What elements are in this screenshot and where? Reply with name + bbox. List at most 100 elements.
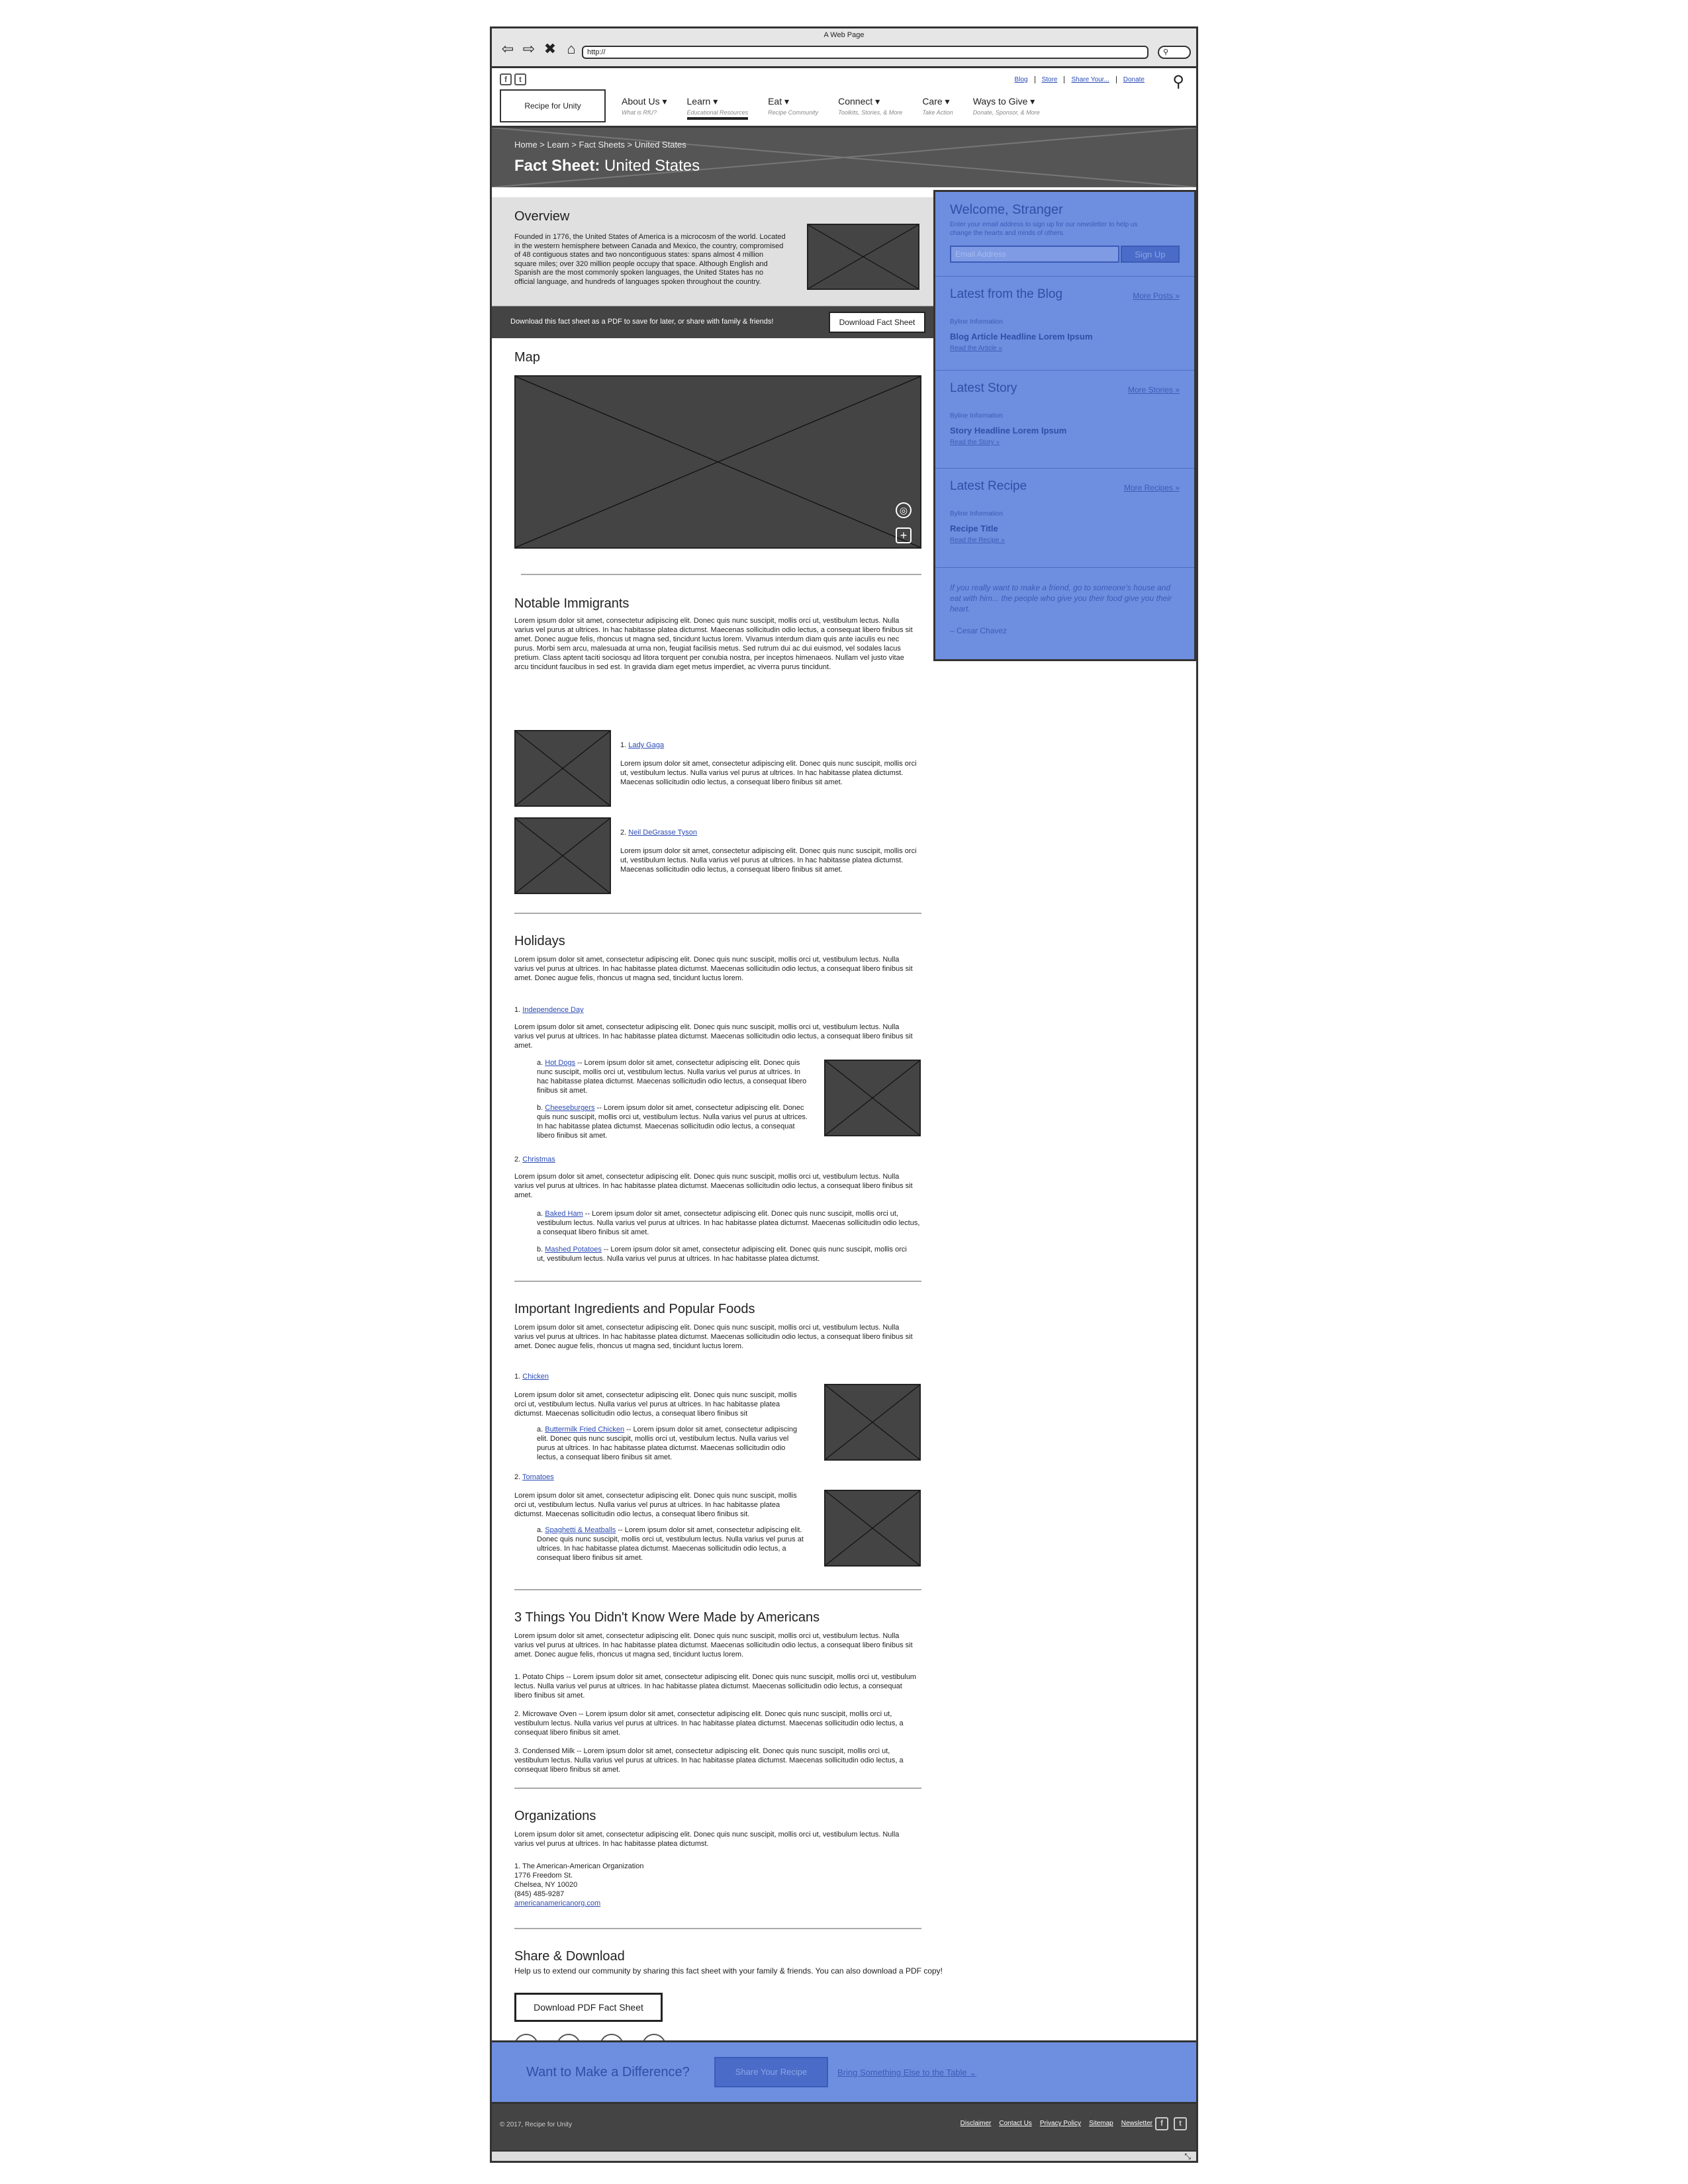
independence-day-link[interactable]: Independence Day xyxy=(522,1006,583,1014)
more-recipes-link[interactable]: More Recipes » xyxy=(1124,483,1180,492)
immigrant-2-link[interactable]: Neil DeGrasse Tyson xyxy=(628,829,697,837)
list-number: 2. xyxy=(620,829,627,837)
util-link-store[interactable]: Store xyxy=(1042,76,1065,83)
divider xyxy=(521,574,921,575)
footer-link-newsletter[interactable]: Newsletter xyxy=(1121,2120,1152,2127)
holiday-1-image xyxy=(824,1060,921,1136)
newsletter-block: Welcome, Stranger Enter your email addre… xyxy=(935,192,1194,277)
util-link-blog[interactable]: Blog xyxy=(1015,76,1035,83)
christmas-link[interactable]: Christmas xyxy=(522,1156,555,1163)
back-icon[interactable]: ⇦ xyxy=(500,42,516,56)
zoom-out-icon[interactable]: − xyxy=(896,550,912,566)
tomatoes-link[interactable]: Tomatoes xyxy=(522,1473,554,1481)
things-title: 3 Things You Didn't Know Were Made by Am… xyxy=(514,1610,820,1625)
browser-search-field[interactable]: ⚲ xyxy=(1158,46,1191,59)
quote-author: – Cesar Chavez xyxy=(950,626,1008,635)
welcome-text: Enter your email address to sign up for … xyxy=(950,221,1138,237)
twitter-icon[interactable]: t xyxy=(1174,2117,1187,2130)
nav-label: Ways to Give ▾ xyxy=(972,96,1035,107)
twitter-icon[interactable]: t xyxy=(514,73,526,85)
holiday-1-heading: 1. Independence Day xyxy=(514,1005,584,1015)
nav-label: Eat ▾ xyxy=(768,96,790,107)
recipe-headline[interactable]: Recipe Title xyxy=(950,523,1180,533)
footer-link-disclaimer[interactable]: Disclaimer xyxy=(961,2120,992,2127)
more-stories-link[interactable]: More Stories » xyxy=(1128,385,1180,394)
immigrant-2-image xyxy=(514,817,611,894)
site-header: f t Blog Store Share Your... Donate ⚲ Re… xyxy=(492,68,1196,128)
overview-section: Overview Founded in 1776, the United Sta… xyxy=(492,197,933,306)
blog-headline[interactable]: Blog Article Headline Lorem Ipsum xyxy=(950,332,1180,341)
read-story-link[interactable]: Read the Story » xyxy=(950,438,1180,447)
welcome-title: Welcome, Stranger xyxy=(950,203,1063,217)
baked-ham-link[interactable]: Baked Ham xyxy=(545,1210,583,1218)
nav-ways-to-give[interactable]: Ways to Give ▾ Donate, Sponsor, & More xyxy=(973,96,1040,120)
spaghetti-meatballs-link[interactable]: Spaghetti & Meatballs xyxy=(545,1526,616,1534)
site-logo[interactable]: Recipe for Unity xyxy=(500,89,606,122)
download-pdf-button[interactable]: Download PDF Fact Sheet xyxy=(514,1993,663,2022)
org-website-link[interactable]: americanamericanorg.com xyxy=(514,1899,713,1908)
sign-up-button[interactable]: Sign Up xyxy=(1120,246,1180,263)
nav-care[interactable]: Care ▾ Take Action xyxy=(922,96,953,120)
nav-eat[interactable]: Eat ▾ Recipe Community xyxy=(768,96,818,120)
read-article-link[interactable]: Read the Article » xyxy=(950,344,1180,353)
read-recipe-link[interactable]: Read the Recipe » xyxy=(950,536,1180,545)
hot-dogs-link[interactable]: Hot Dogs xyxy=(545,1059,575,1067)
download-fact-sheet-button[interactable]: Download Fact Sheet xyxy=(829,312,925,333)
list-letter: a. xyxy=(537,1059,543,1067)
holiday-2-heading: 2. Christmas xyxy=(514,1155,555,1164)
map-placeholder[interactable] xyxy=(514,375,921,549)
immigrant-1-link[interactable]: Lady Gaga xyxy=(628,741,664,749)
immigrants-text: Lorem ipsum dolor sit amet, consectetur … xyxy=(514,617,913,671)
nav-learn[interactable]: Learn ▾ Educational Resources xyxy=(686,96,749,120)
home-icon[interactable]: ⌂ xyxy=(563,42,579,56)
bring-something-link[interactable]: Bring Something Else to the Table ⌄ xyxy=(837,2068,976,2078)
email-field[interactable]: Email Address xyxy=(950,246,1119,263)
list-number: 1. xyxy=(514,1006,521,1014)
cta-text: Want to Make a Difference? xyxy=(526,2065,690,2079)
breadcrumb[interactable]: Home > Learn > Fact Sheets > United Stat… xyxy=(514,140,686,150)
nav-label: Care ▾ xyxy=(922,96,950,107)
footer-link-contact[interactable]: Contact Us xyxy=(999,2120,1031,2127)
holidays-title: Holidays xyxy=(514,934,565,948)
facebook-icon[interactable]: f xyxy=(500,73,512,85)
browser-window: A Web Page ⇦ ⇨ ✖ ⌂ http:// ⚲ f t Blog St… xyxy=(490,26,1198,2163)
stop-icon[interactable]: ✖ xyxy=(542,42,558,56)
latest-story-block: Latest Story More Stories » Byline Infor… xyxy=(935,371,1194,469)
resize-handle-icon[interactable]: ⤡ xyxy=(1184,2152,1191,2161)
compass-icon[interactable]: ◎ xyxy=(896,502,912,518)
divider xyxy=(514,1928,921,1929)
browser-toolbar: A Web Page ⇦ ⇨ ✖ ⌂ http:// ⚲ xyxy=(492,28,1196,68)
nav-about[interactable]: About Us ▾ What is RfU? xyxy=(622,96,667,120)
main-nav: About Us ▾ What is RfU? Learn ▾ Educationa… xyxy=(622,96,1040,120)
recipe-byline: Byline Information xyxy=(950,510,1004,518)
search-icon[interactable]: ⚲ xyxy=(1172,72,1184,91)
footer-link-sitemap[interactable]: Sitemap xyxy=(1089,2120,1113,2127)
zoom-in-icon[interactable]: + xyxy=(896,527,912,543)
story-headline[interactable]: Story Headline Lorem Ipsum xyxy=(950,426,1180,435)
page-title-country: United States xyxy=(600,157,700,175)
chicken-link[interactable]: Chicken xyxy=(522,1373,549,1381)
header-social: f t xyxy=(500,73,526,85)
ingredient-1-image xyxy=(824,1384,921,1461)
map-title: Map xyxy=(514,350,540,365)
util-link-donate[interactable]: Donate xyxy=(1123,76,1151,83)
nav-label: About Us ▾ xyxy=(622,96,667,107)
footer-link-privacy[interactable]: Privacy Policy xyxy=(1040,2120,1081,2127)
share-text: Help us to extend our community by shari… xyxy=(514,1966,943,1976)
more-posts-link[interactable]: More Posts » xyxy=(1133,291,1180,300)
forward-icon[interactable]: ⇨ xyxy=(521,42,537,56)
url-bar[interactable]: http:// xyxy=(582,46,1149,59)
util-link-share[interactable]: Share Your... xyxy=(1071,76,1117,83)
sidebar: Welcome, Stranger Enter your email addre… xyxy=(933,190,1196,661)
mashed-potatoes-link[interactable]: Mashed Potatoes xyxy=(545,1246,602,1253)
newsletter-form: Email Address Sign Up xyxy=(950,246,1180,263)
facebook-icon[interactable]: f xyxy=(1155,2117,1168,2130)
buttermilk-fried-chicken-link[interactable]: Buttermilk Fried Chicken xyxy=(545,1426,624,1433)
share-your-recipe-button[interactable]: Share Your Recipe xyxy=(714,2057,828,2087)
hero-banner: Home > Learn > Fact Sheets > United Stat… xyxy=(492,128,1196,187)
footer-links: Disclaimer Contact Us Privacy Policy Sit… xyxy=(961,2120,1152,2127)
divider xyxy=(514,1281,921,1282)
nav-connect[interactable]: Connect ▾ Toolkits, Stories, & More xyxy=(838,96,902,120)
cheeseburgers-link[interactable]: Cheeseburgers xyxy=(545,1104,594,1112)
nav-sub: Toolkits, Stories, & More xyxy=(838,109,903,116)
